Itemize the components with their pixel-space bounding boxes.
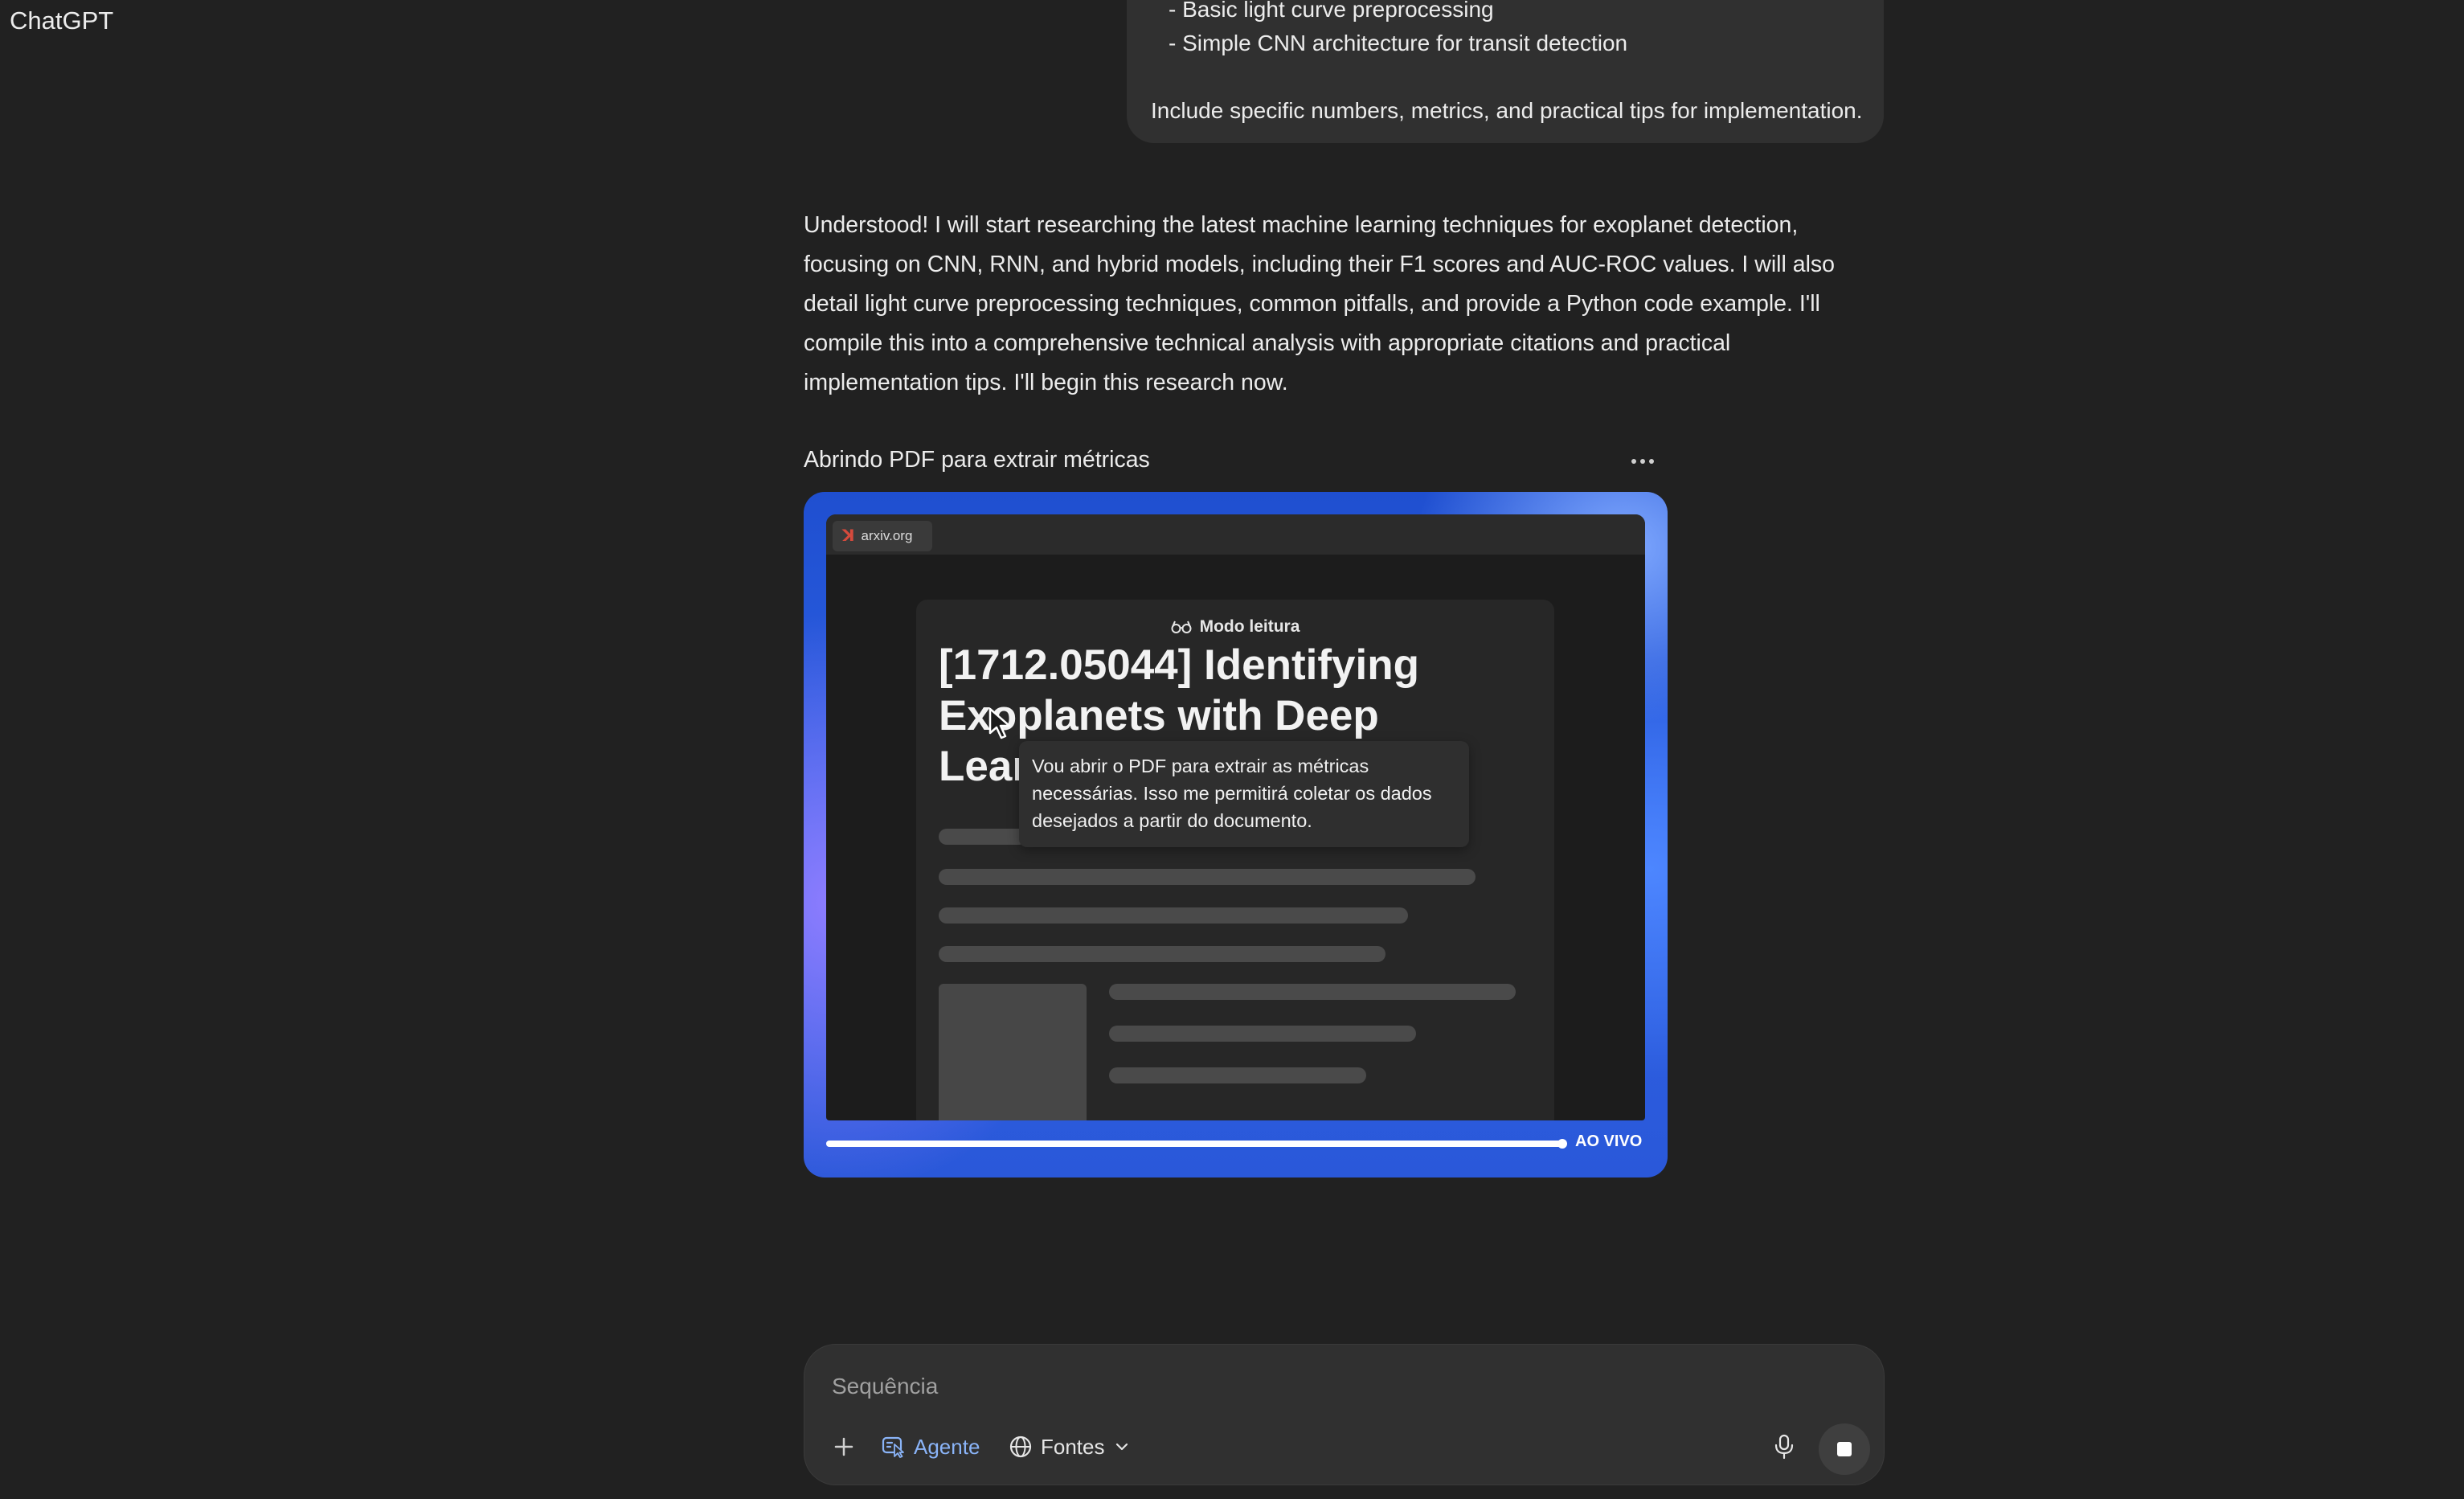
- user-message-bubble: - Basic light curve preprocessing - Simp…: [1127, 0, 1884, 143]
- message-input[interactable]: [832, 1369, 1796, 1404]
- tab-strip: ꓘ arxiv.org: [826, 514, 1645, 555]
- agent-mode-button[interactable]: Agente: [875, 1428, 986, 1465]
- user-message-line: Include specific numbers, metrics, and p…: [1151, 98, 1863, 123]
- composer: Agente Fontes: [804, 1344, 1885, 1485]
- reader-panel: Modo leitura [1712.05044] Identifying Ex…: [916, 600, 1554, 1120]
- chevron-down-icon: [1115, 1443, 1128, 1451]
- user-message-line: - Simple CNN architecture for transit de…: [1169, 31, 1628, 55]
- activity-title: Abrindo PDF para extrair métricas: [804, 447, 1150, 473]
- agent-icon: [882, 1436, 904, 1458]
- reader-mode-label: Modo leitura: [1199, 617, 1300, 636]
- reader-mode-header: Modo leitura: [916, 617, 1554, 637]
- composer-toolbar: Agente Fontes: [804, 1423, 1884, 1475]
- cursor-icon: [988, 707, 1011, 739]
- plus-icon: [834, 1437, 853, 1456]
- skeleton-line: [939, 869, 1476, 885]
- live-progress-bar: [826, 1139, 1567, 1149]
- sources-dropdown[interactable]: Fontes: [1002, 1428, 1137, 1465]
- stop-button[interactable]: [1819, 1423, 1870, 1475]
- sources-label: Fontes: [1041, 1434, 1105, 1459]
- stop-icon: [1837, 1442, 1852, 1456]
- voice-input-button[interactable]: [1764, 1427, 1804, 1467]
- arxiv-icon: ꓘ: [842, 527, 855, 545]
- user-message-line: - Basic light curve preprocessing: [1169, 0, 1494, 22]
- tab-label: arxiv.org: [861, 528, 913, 543]
- chat-app: ChatGPT - Basic light curve preprocessin…: [0, 0, 2464, 1499]
- skeleton-line: [939, 946, 1385, 962]
- skeleton-thumbnail: [939, 984, 1087, 1120]
- globe-icon: [1009, 1436, 1032, 1458]
- more-options-button[interactable]: [1625, 447, 1660, 476]
- progress-knob: [1557, 1139, 1567, 1149]
- skeleton-line: [939, 907, 1408, 924]
- skeleton-line: [1109, 984, 1516, 1000]
- skeleton-line: [939, 829, 1027, 845]
- more-icon: [1631, 459, 1636, 464]
- microphone-icon: [1774, 1434, 1794, 1460]
- agent-mode-label: Agente: [914, 1434, 980, 1459]
- agent-thought-tooltip: Vou abrir o PDF para extrair as métricas…: [1019, 741, 1469, 847]
- assistant-message: Understood! I will start researching the…: [804, 212, 1836, 395]
- add-button[interactable]: [825, 1428, 862, 1465]
- skeleton-line: [1109, 1026, 1416, 1042]
- reading-glasses-icon: [1171, 620, 1192, 633]
- progress-fill: [826, 1141, 1562, 1147]
- app-title[interactable]: ChatGPT: [10, 6, 113, 35]
- skeleton-line: [1109, 1067, 1366, 1083]
- browser-tab[interactable]: ꓘ arxiv.org: [833, 521, 932, 551]
- live-badge: AO VIVO: [1575, 1132, 1643, 1150]
